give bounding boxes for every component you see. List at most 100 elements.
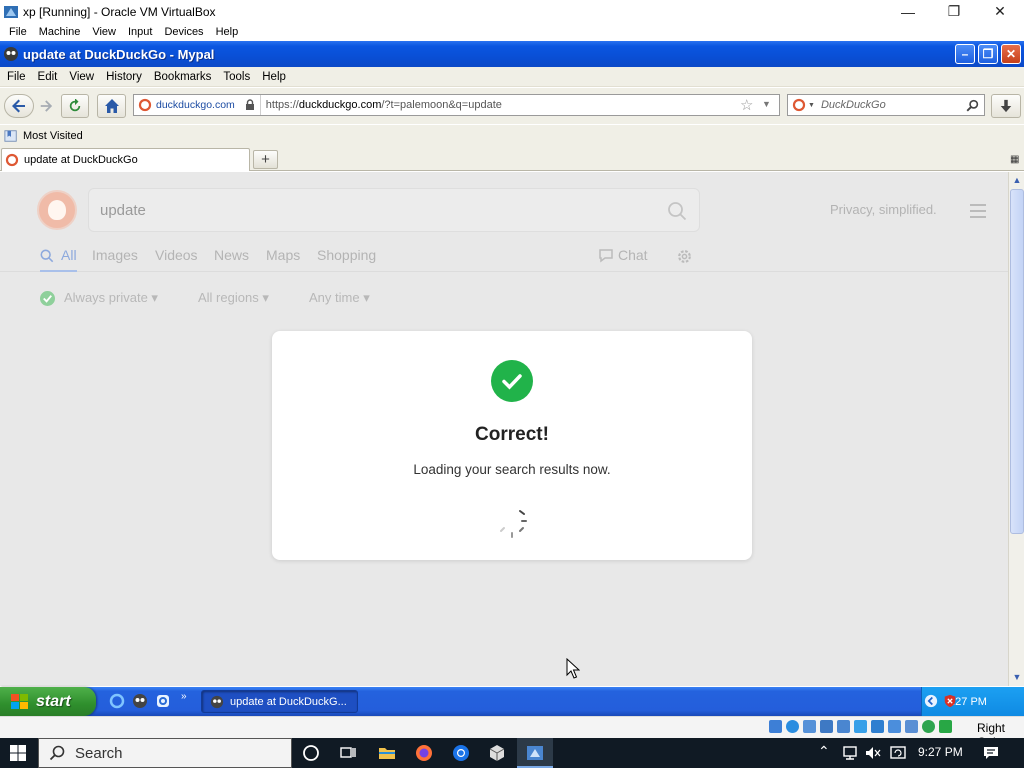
browser-menu-bar: File Edit View History Bookmarks Tools H… (0, 67, 1024, 87)
forward-button[interactable] (35, 94, 57, 118)
display-icon[interactable] (871, 720, 884, 733)
menu-history[interactable]: History (106, 71, 142, 83)
filter-always-private[interactable]: Always private ▾ (64, 290, 158, 306)
filter-any-time[interactable]: Any time ▾ (309, 290, 370, 306)
tab-all[interactable]: All (61, 247, 77, 263)
recording-icon[interactable] (888, 720, 901, 733)
volume-muted-icon[interactable] (864, 744, 882, 762)
cpu-icon[interactable] (905, 720, 918, 733)
vm-window-taskbar-button[interactable] (517, 738, 553, 768)
mouse-integration-icon[interactable] (939, 720, 952, 733)
network-icon[interactable] (820, 720, 833, 733)
bookmark-label: Most Visited (23, 129, 83, 142)
tray-overflow-icon[interactable]: ⌃ (818, 743, 830, 760)
ddg-search-box[interactable]: update (88, 188, 700, 232)
home-button[interactable] (97, 94, 126, 118)
url-bar[interactable]: duckduckgo.com https://duckduckgo.com/?t… (133, 94, 780, 116)
ie-quicklaunch-icon[interactable] (109, 693, 125, 709)
network-tray-icon[interactable] (841, 744, 859, 762)
vbox-minimize-button[interactable]: — (885, 0, 931, 23)
ddg-search-query[interactable]: update (100, 202, 146, 219)
cortana-icon[interactable] (302, 744, 320, 762)
windows-clock[interactable]: 9:27 PM (918, 745, 963, 759)
scrollbar-thumb[interactable] (1010, 189, 1024, 534)
scroll-up-icon[interactable]: ▲ (1010, 173, 1024, 187)
tab-maps[interactable]: Maps (266, 247, 300, 263)
vbox-close-button[interactable]: ✕ (977, 0, 1023, 23)
search-go-icon[interactable] (966, 99, 979, 112)
guest-additions-icon[interactable] (922, 720, 935, 733)
search-bar[interactable]: ▼ DuckDuckGo (787, 94, 985, 116)
menu-tools[interactable]: Tools (223, 71, 250, 83)
bookmark-most-visited[interactable]: Most Visited (4, 129, 83, 143)
back-button[interactable] (4, 94, 34, 118)
vbox-menu-input[interactable]: Input (128, 26, 152, 38)
file-explorer-icon[interactable] (378, 744, 396, 762)
browser-close-button[interactable]: ✕ (1001, 44, 1021, 64)
app-quicklaunch-icon[interactable] (155, 693, 171, 709)
settings-gear-icon[interactable] (676, 248, 693, 265)
vbox-menu-help[interactable]: Help (216, 26, 239, 38)
scroll-down-icon[interactable]: ▼ (1010, 670, 1024, 684)
vbox-maximize-button[interactable]: ❐ (931, 0, 977, 23)
vbox-menu-view[interactable]: View (92, 26, 116, 38)
vbox-menu-machine[interactable]: Machine (39, 26, 81, 38)
windows-search-box[interactable]: Search (38, 738, 292, 768)
bookmark-star-icon[interactable]: ☆ (740, 96, 753, 114)
menu-file[interactable]: File (7, 71, 26, 83)
url-dropdown-icon[interactable]: ▼ (762, 99, 771, 109)
tray-chevron-icon[interactable] (924, 694, 938, 708)
duckduckgo-logo[interactable] (37, 190, 77, 230)
firefox-icon[interactable] (415, 744, 433, 762)
menu-edit[interactable]: Edit (38, 71, 58, 83)
forward-arrow-icon (40, 100, 53, 112)
action-center-icon[interactable] (982, 744, 1000, 762)
optical-drive-icon[interactable] (786, 720, 799, 733)
tab-active[interactable]: update at DuckDuckGo (1, 148, 250, 171)
vbox-menu-devices[interactable]: Devices (164, 26, 203, 38)
page-content: update Privacy, simplified. All Images V… (0, 172, 1008, 686)
downloads-button[interactable] (991, 94, 1021, 118)
vbox-menu-file[interactable]: File (9, 26, 27, 38)
task-view-icon[interactable] (339, 744, 357, 762)
ddg-search-icon[interactable] (667, 201, 687, 221)
menu-view[interactable]: View (69, 71, 94, 83)
tab-news[interactable]: News (214, 247, 249, 263)
modal-subtitle: Loading your search results now. (413, 462, 611, 477)
tab-all-underline (40, 270, 77, 272)
windows-start-icon[interactable] (10, 745, 26, 761)
usb-icon[interactable] (837, 720, 850, 733)
vertical-scrollbar[interactable]: ▲ ▼ (1008, 172, 1024, 686)
taskbar-task-browser[interactable]: update at DuckDuckG... (201, 690, 358, 713)
reload-button[interactable] (61, 94, 89, 118)
menu-bookmarks[interactable]: Bookmarks (154, 71, 212, 83)
chrome-icon[interactable] (452, 744, 470, 762)
url-text[interactable]: https://duckduckgo.com/?t=palemoon&q=upd… (266, 99, 502, 111)
mypal-quicklaunch-icon[interactable] (132, 693, 148, 709)
site-identity-button[interactable]: duckduckgo.com (134, 95, 261, 115)
audio-icon[interactable] (803, 720, 816, 733)
tab-videos[interactable]: Videos (155, 247, 198, 263)
hdd-icon[interactable] (769, 720, 782, 733)
browser-minimize-button[interactable]: – (955, 44, 975, 64)
shared-folders-icon[interactable] (854, 720, 867, 733)
security-alert-icon[interactable] (943, 694, 957, 708)
chat-button[interactable]: Chat (598, 247, 648, 263)
tab-title: update at DuckDuckGo (24, 154, 138, 166)
hamburger-menu-icon[interactable] (970, 204, 986, 222)
menu-help[interactable]: Help (262, 71, 286, 83)
tab-images[interactable]: Images (92, 247, 138, 263)
new-tab-button[interactable]: + (253, 150, 278, 169)
url-host: duckduckgo.com (298, 99, 382, 111)
browser-restore-button[interactable]: ❐ (978, 44, 998, 64)
filter-all-regions[interactable]: All regions ▾ (198, 290, 269, 306)
private-check-icon (40, 291, 55, 306)
tab-shopping[interactable]: Shopping (317, 247, 376, 263)
tab-list-icon[interactable]: ▦ (1010, 154, 1019, 165)
quicklaunch-overflow-icon[interactable]: » (181, 691, 187, 702)
engine-dropdown-icon[interactable]: ▼ (808, 102, 815, 109)
screen-tray-icon[interactable] (889, 744, 907, 762)
start-label: start (36, 692, 71, 710)
start-button[interactable]: start (0, 687, 96, 716)
virtualbox-taskbar-icon[interactable] (488, 744, 506, 762)
